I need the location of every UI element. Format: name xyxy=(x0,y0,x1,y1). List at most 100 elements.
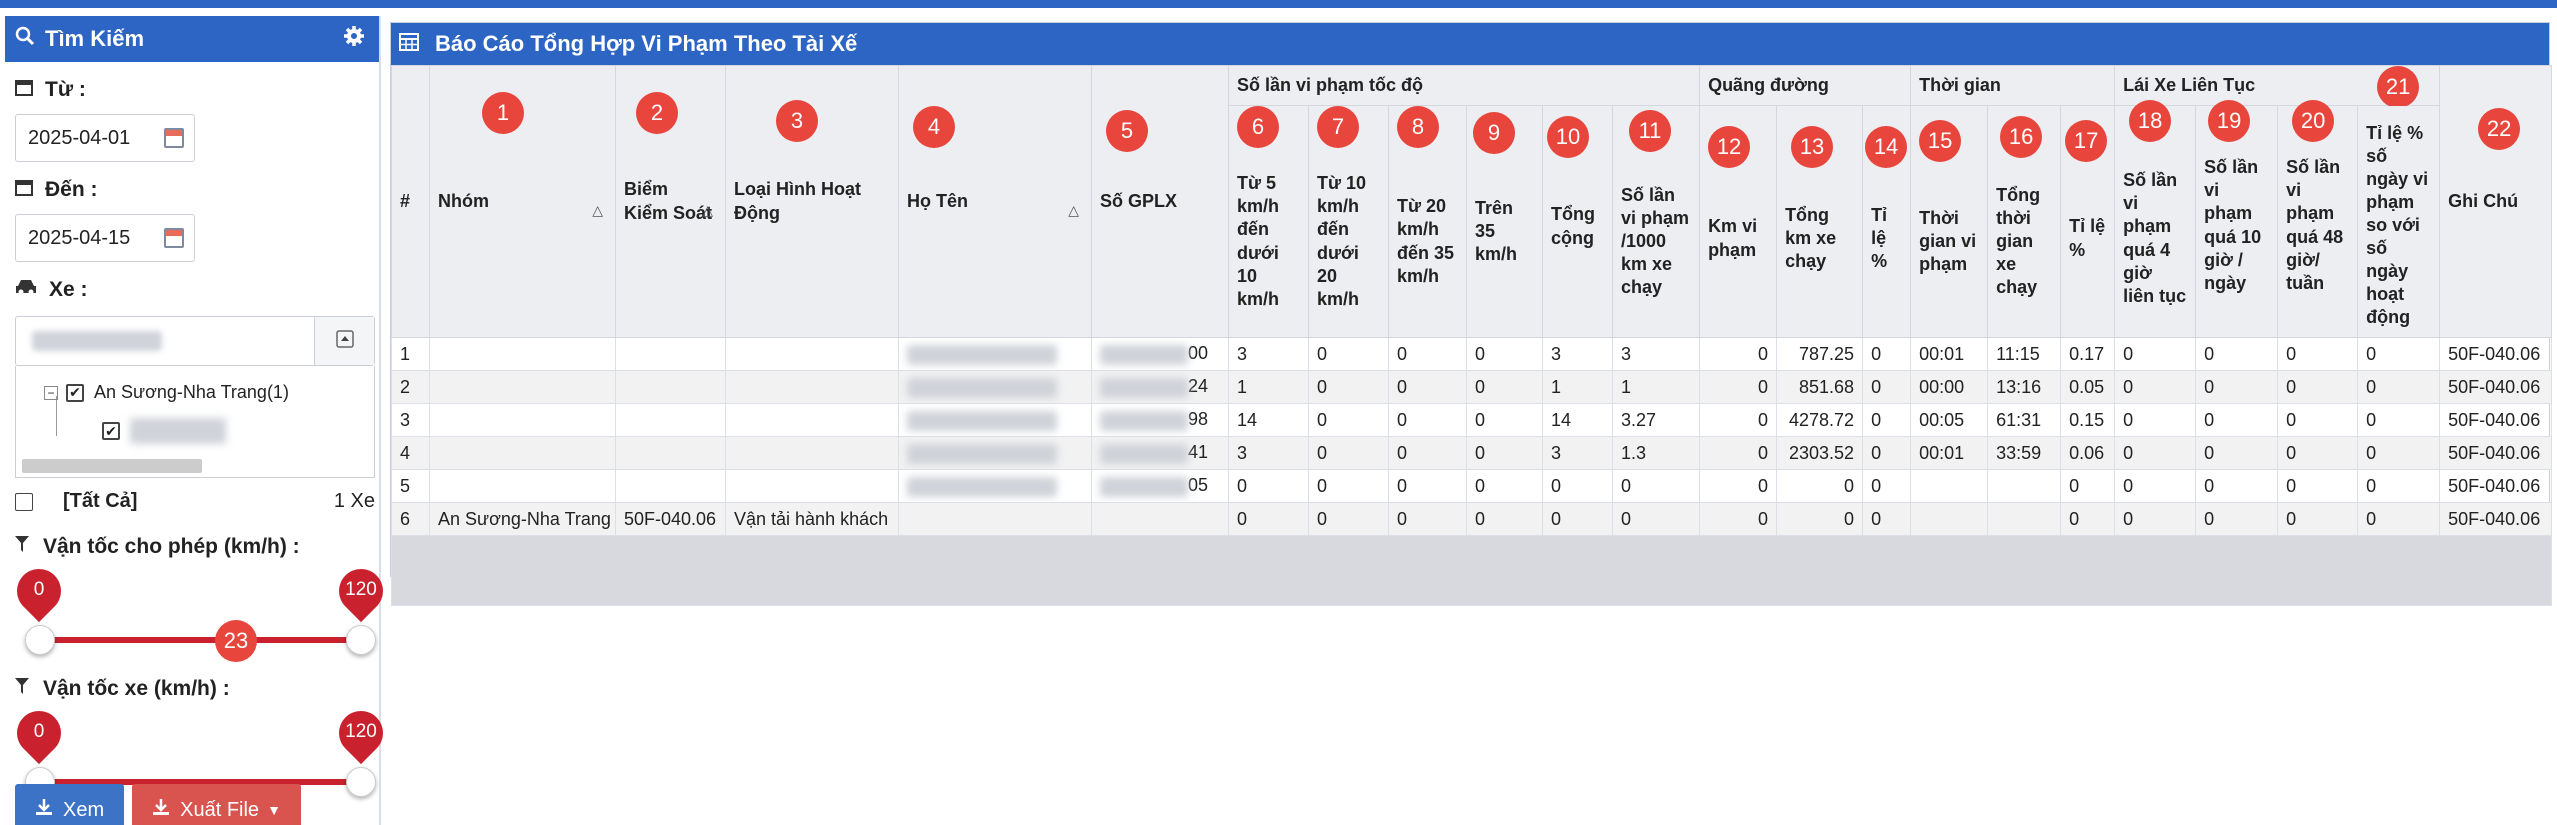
cell-cr: 0 xyxy=(2357,403,2441,437)
slider-track xyxy=(35,637,357,643)
cell-s1000: 0 xyxy=(1611,502,1701,536)
vehicle-label: Xe : xyxy=(15,278,379,302)
cell-c4: 0 xyxy=(2114,502,2197,536)
vehicle-count: 1 Xe xyxy=(333,490,375,512)
col-plate[interactable]: Biểm Kiểm Soát △ 2 xyxy=(615,65,726,338)
cell-kmt: 2303.52 xyxy=(1776,436,1864,470)
cell-s10: 0 xyxy=(1308,436,1389,470)
blurred-driver-name xyxy=(907,344,1057,365)
max-slider-handle[interactable] xyxy=(346,625,376,655)
vehicle-search-input[interactable] xyxy=(15,316,375,366)
blurred-driver-name xyxy=(907,476,1057,497)
tree-collapse-icon[interactable]: − xyxy=(44,385,58,400)
annotation-marker: 23 xyxy=(215,620,257,662)
cell-kmt: 0 xyxy=(1776,469,1864,503)
to-date-input[interactable]: 2025-04-15 xyxy=(15,214,195,262)
cell-idx: 3 xyxy=(391,403,430,437)
cell-group xyxy=(429,469,616,503)
cell-c4: 0 xyxy=(2114,436,2197,470)
cell-plate xyxy=(615,403,726,437)
collapse-tree-button[interactable] xyxy=(314,317,374,365)
table-row[interactable]: 6 An Sương-Nha Trang 50F-040.06 Vận tải hàn… xyxy=(391,502,2553,536)
download-icon xyxy=(35,798,53,822)
cell-plate: 50F-040.06 xyxy=(615,502,726,536)
cell-s1000: 3.27 xyxy=(1611,403,1701,437)
table-row[interactable]: 5 05 0 0 0 0 0 0 0 0 0 0 0 0 0 0 50F-040.06 xyxy=(391,469,2553,503)
filter-icon xyxy=(15,535,29,559)
vehicle-checkbox[interactable]: ✔ xyxy=(102,422,120,440)
cell-group xyxy=(429,403,616,437)
cell-s10: 0 xyxy=(1308,502,1389,536)
cell-kmt: 787.25 xyxy=(1776,337,1864,371)
cell-kmr: 0 xyxy=(1862,436,1912,470)
date-picker-icon[interactable] xyxy=(164,228,184,248)
cell-s1000: 0 xyxy=(1611,469,1701,503)
col-license[interactable]: Số GPLX 5 xyxy=(1091,65,1229,338)
blurred-license xyxy=(1100,344,1188,365)
export-file-button[interactable]: Xuất File ▼ xyxy=(132,784,301,825)
annotation-marker: 3 xyxy=(776,100,818,142)
col-over-10h-day: 19 Số lần vi phạm quá 10 giờ / ngày xyxy=(2195,100,2279,338)
search-panel-title: Tìm Kiếm xyxy=(45,26,145,51)
speed-allowed-slider[interactable]: 0 120 xyxy=(7,559,393,669)
cell-license xyxy=(1091,502,1229,536)
col-day-rate: Tỉ lệ % số ngày vi phạm so với số ngày h… xyxy=(2357,105,2441,338)
col-km-total: 13 Tổng km xe chạy xyxy=(1776,105,1864,338)
max-value-pin: 120 xyxy=(329,701,393,765)
cell-s5: 0 xyxy=(1228,502,1309,536)
calendar-icon xyxy=(15,178,33,202)
cell-c4: 0 xyxy=(2114,370,2197,404)
min-slider-handle[interactable] xyxy=(25,625,55,655)
cell-idx: 1 xyxy=(391,337,430,371)
table-row[interactable]: 3 98 14 0 0 0 14 3.27 0 4278.72 0 00:05 61:31 0.15 0 0 0… xyxy=(391,403,2553,437)
cell-cr: 0 xyxy=(2357,370,2441,404)
cell-s20: 0 xyxy=(1388,502,1467,536)
date-picker-icon[interactable] xyxy=(164,128,184,148)
cell-s1000: 1.3 xyxy=(1611,436,1701,470)
cell-c10: 0 xyxy=(2195,403,2279,437)
table-row[interactable]: 4 41 3 0 0 0 3 1.3 0 2303.52 0 00:01 33:59 0.06 0 0 0 0 50… xyxy=(391,436,2553,470)
cell-license: 00 xyxy=(1091,337,1229,371)
tree-vehicle-node[interactable]: ✔ xyxy=(102,418,226,444)
cell-type: Vận tải hành khách xyxy=(725,502,899,536)
min-value-pin: 0 xyxy=(7,559,71,623)
cell-name xyxy=(898,502,1092,536)
annotation-marker: 21 xyxy=(2377,66,2420,108)
cell-name xyxy=(898,370,1092,404)
gear-icon[interactable] xyxy=(343,25,365,53)
tree-scrollbar[interactable] xyxy=(22,459,202,473)
search-panel-header: Tìm Kiếm xyxy=(5,16,379,62)
report-table: # Nhóm △ 1 Biểm Kiểm Soát △ 2 Loại Hình Ho… xyxy=(390,65,2553,606)
cell-tr: 0 xyxy=(2060,469,2116,503)
cell-tv: 00:01 xyxy=(1910,337,1989,371)
col-group[interactable]: Nhóm △ 1 xyxy=(429,65,616,338)
select-all-checkbox[interactable] xyxy=(15,492,33,511)
group-continuous-driving: Lái Xe Liên Tục 21 xyxy=(2114,65,2441,108)
col-driver-name[interactable]: Họ Tên △ 4 xyxy=(898,65,1092,338)
app-root: Tìm Kiếm Từ : 2025-04-01 Đến : 2025-04-1… xyxy=(0,0,2557,825)
blurred-driver-name xyxy=(907,443,1057,464)
col-activity-type[interactable]: Loại Hình Hoạt Động 3 xyxy=(725,65,899,338)
cell-tv: 00:00 xyxy=(1910,370,1989,404)
search-icon xyxy=(15,26,35,52)
table-row[interactable]: 2 24 1 0 0 0 1 1 0 851.68 0 00:00 13:16 0.05 0 0 0 0 50F-0… xyxy=(391,370,2553,404)
from-date-input[interactable]: 2025-04-01 xyxy=(15,114,195,162)
cell-s35: 0 xyxy=(1466,502,1543,536)
report-panel: Báo Cáo Tổng Hợp Vi Phạm Theo Tài Xế # N… xyxy=(390,22,2553,606)
cell-s10: 0 xyxy=(1308,370,1389,404)
cell-note: 50F-040.06 xyxy=(2439,370,2553,404)
max-slider-handle[interactable] xyxy=(346,767,376,797)
col-over-48h-week: 20 Số lần vi phạm quá 48 giờ/ tuần xyxy=(2277,100,2359,338)
cell-c10: 0 xyxy=(2195,370,2279,404)
table-row[interactable]: 1 00 3 0 0 0 3 3 0 787.25 0 00:01 11:15 0.17 0 0 0 0 50F-0… xyxy=(391,337,2553,371)
cell-cr: 0 xyxy=(2357,502,2441,536)
col-speed-10-20: 7 Từ 10 km/h đến dưới 20 km/h xyxy=(1308,105,1389,338)
sort-icon: △ xyxy=(592,201,603,218)
cell-cr: 0 xyxy=(2357,469,2441,503)
cell-name xyxy=(898,403,1092,437)
cell-type xyxy=(725,337,899,371)
cell-type xyxy=(725,403,899,437)
tree-group-node[interactable]: − ✔ An Sương-Nha Trang(1) xyxy=(44,382,289,403)
group-checkbox[interactable]: ✔ xyxy=(66,383,84,402)
view-button[interactable]: Xem xyxy=(15,784,125,825)
